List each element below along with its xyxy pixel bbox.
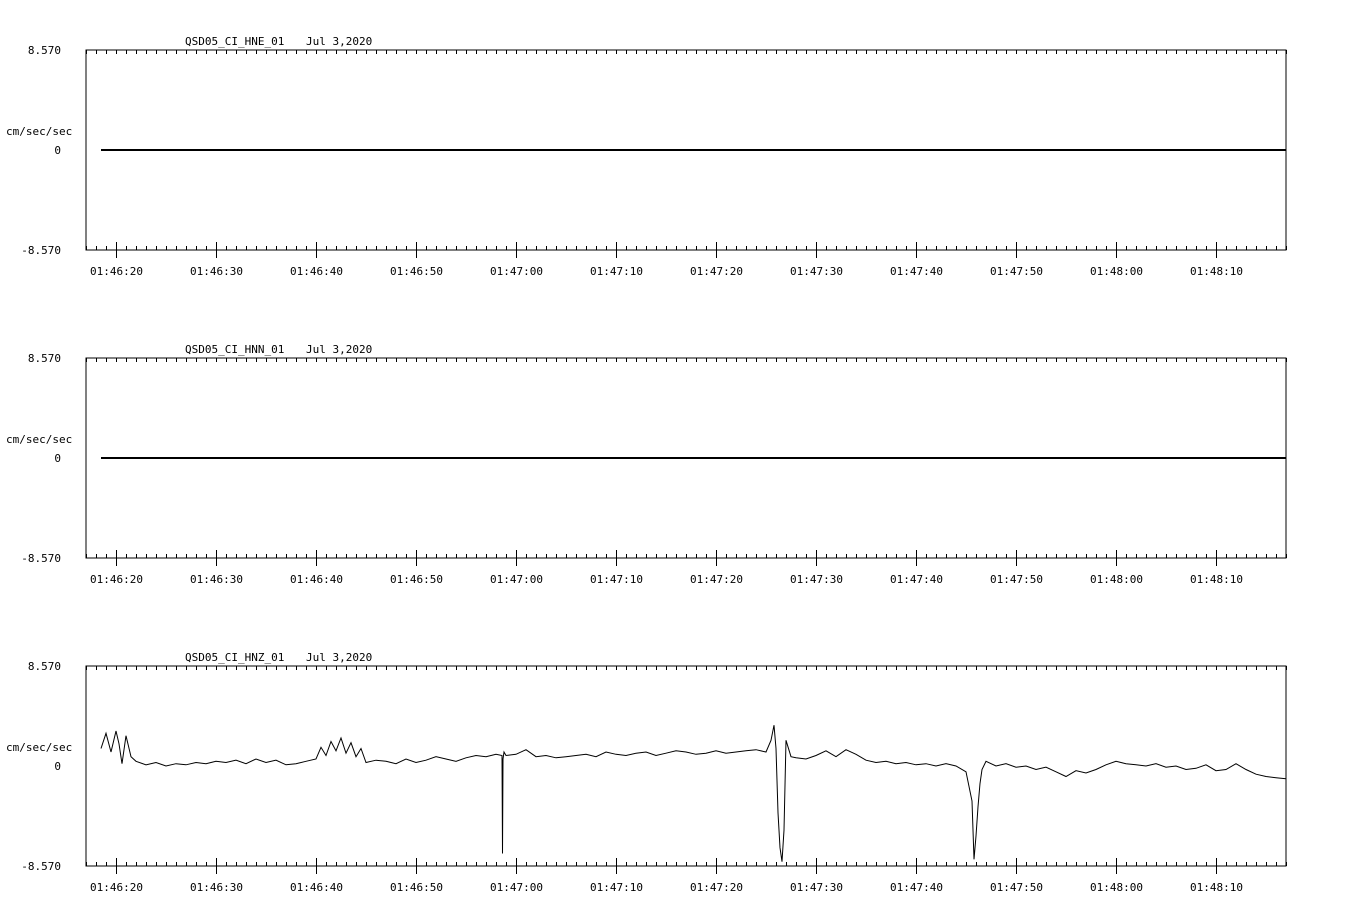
x-tick-label: 01:46:20: [90, 573, 143, 586]
x-tick-label: 01:47:20: [690, 265, 743, 278]
x-tick-label: 01:48:00: [1090, 573, 1143, 586]
seismogram-figure: QSD05_CI_HNE_01 Jul 3,2020 8.570 0 -8.570 cm/…: [0, 0, 1358, 924]
panel-title: QSD05_CI_HNZ_01: [185, 651, 284, 664]
x-tick-label: 01:46:20: [90, 265, 143, 278]
panel-title: QSD05_CI_HNE_01: [185, 35, 284, 48]
x-tick-label: 01:47:00: [490, 265, 543, 278]
y-tick-label: -8.570: [21, 244, 61, 257]
x-tick-label: 01:46:50: [390, 573, 443, 586]
panel-date: Jul 3,2020: [306, 35, 372, 48]
x-tick-label: 01:47:10: [590, 265, 643, 278]
y-tick-label: 8.570: [28, 44, 61, 57]
y-tick-label: 0: [54, 760, 61, 773]
x-tick-label: 01:46:30: [190, 265, 243, 278]
y-tick-label: 0: [54, 452, 61, 465]
y-tick-label: 0: [54, 144, 61, 157]
y-tick-label: 8.570: [28, 352, 61, 365]
x-tick-label: 01:48:00: [1090, 265, 1143, 278]
x-tick-label: 01:48:10: [1190, 265, 1243, 278]
x-tick-label: 01:48:10: [1190, 573, 1243, 586]
x-tick-label: 01:46:40: [290, 573, 343, 586]
x-tick-label: 01:47:00: [490, 573, 543, 586]
y-axis-label: cm/sec/sec: [6, 741, 72, 754]
panel-date: Jul 3,2020: [306, 343, 372, 356]
x-tick-label: 01:48:10: [1190, 881, 1243, 894]
x-tick-label: 01:46:30: [190, 881, 243, 894]
x-tick-label: 01:47:00: [490, 881, 543, 894]
x-tick-label: 01:47:50: [990, 881, 1043, 894]
x-tick-label: 01:47:10: [590, 573, 643, 586]
x-tick-label: 01:47:40: [890, 573, 943, 586]
x-tick-label: 01:47:20: [690, 573, 743, 586]
x-tick-label: 01:46:40: [290, 265, 343, 278]
x-tick-label: 01:46:20: [90, 881, 143, 894]
x-tick-label: 01:46:50: [390, 265, 443, 278]
y-axis-label: cm/sec/sec: [6, 433, 72, 446]
y-tick-label: -8.570: [21, 860, 61, 873]
x-tick-label: 01:47:40: [890, 265, 943, 278]
panel-date: Jul 3,2020: [306, 651, 372, 664]
y-tick-label: -8.570: [21, 552, 61, 565]
x-tick-label: 01:47:40: [890, 881, 943, 894]
x-tick-label: 01:47:50: [990, 573, 1043, 586]
y-axis-label: cm/sec/sec: [6, 125, 72, 138]
x-tick-label: 01:46:30: [190, 573, 243, 586]
x-tick-label: 01:47:50: [990, 265, 1043, 278]
x-tick-label: 01:47:10: [590, 881, 643, 894]
x-tick-label: 01:47:20: [690, 881, 743, 894]
x-tick-label: 01:47:30: [790, 265, 843, 278]
y-tick-label: 8.570: [28, 660, 61, 673]
x-tick-label: 01:47:30: [790, 881, 843, 894]
x-tick-label: 01:47:30: [790, 573, 843, 586]
panel-title: QSD05_CI_HNN_01: [185, 343, 284, 356]
x-tick-label: 01:46:50: [390, 881, 443, 894]
x-tick-label: 01:48:00: [1090, 881, 1143, 894]
x-tick-label: 01:46:40: [290, 881, 343, 894]
